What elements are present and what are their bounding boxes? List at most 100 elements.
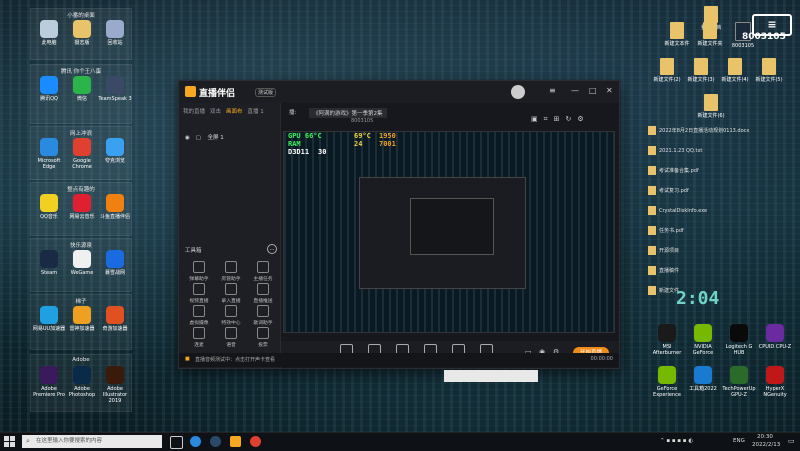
grid-icon[interactable]: ⊞: [554, 115, 566, 123]
desktop-shortcut[interactable]: QQ音乐: [32, 194, 66, 220]
minimize-icon[interactable]: —: [571, 86, 579, 95]
preview-toolbar: ▣⌗⊞↻⚙: [531, 115, 590, 124]
desktop-shortcut[interactable]: 回收站: [98, 20, 132, 46]
left-panel-tab[interactable]: 画面布: [226, 107, 243, 115]
eye-icon[interactable]: ◉: [185, 135, 190, 141]
desktop-shortcut[interactable]: CPUID CPU-Z: [758, 324, 792, 350]
scene-item[interactable]: ◉ ▢ 全屏 1: [185, 133, 224, 141]
clock-date[interactable]: 2022/2/13: [752, 442, 780, 448]
document-icon: [648, 186, 656, 195]
desktop-doc[interactable]: 2021.1.23 QQ.txt: [648, 146, 702, 155]
desktop-shortcut[interactable]: Adobe Premiere Pro: [32, 366, 66, 398]
desktop-shortcut[interactable]: 工具箱2022: [686, 366, 720, 392]
stream-title[interactable]: 《阿满的游戏》第一季第2集: [309, 108, 387, 118]
crop-icon[interactable]: ⌗: [544, 115, 554, 123]
desktop-doc[interactable]: 任务书.pdf: [648, 226, 684, 235]
desktop-shortcut[interactable]: Adobe Illustrator 2019: [98, 366, 132, 404]
desktop-doc[interactable]: CrystalDiskInfo.exe: [648, 206, 707, 215]
app-icon: [106, 138, 124, 156]
desktop-shortcut[interactable]: MSI Afterburner: [650, 324, 684, 356]
desktop-shortcut[interactable]: 网易UU加速器: [32, 306, 66, 332]
shortcut-label: Google Chrome: [72, 158, 92, 170]
folder-icon: [704, 6, 718, 23]
desktop-doc[interactable]: 直播稿件: [648, 266, 679, 275]
tool-item[interactable]: 录入直播: [217, 283, 245, 304]
hud-load: 24: [354, 140, 363, 148]
shortcut-label: Logitech G HUB: [725, 344, 753, 356]
desktop-shortcut[interactable]: 夸克浏览: [98, 138, 132, 164]
avatar[interactable]: [511, 85, 525, 99]
shortcut-label: 网易云音乐: [69, 214, 95, 220]
desktop-file[interactable]: 新建文件(6): [694, 94, 728, 119]
close-icon[interactable]: ✕: [606, 86, 613, 95]
tool-item[interactable]: 虚拟摄像: [185, 305, 213, 326]
desktop-shortcut[interactable]: 暴雪战网: [98, 250, 132, 276]
chrome-icon[interactable]: [250, 436, 261, 447]
desktop-shortcut[interactable]: Logitech G HUB: [722, 324, 756, 356]
desktop-shortcut[interactable]: 网易云音乐: [65, 194, 99, 220]
task-view-icon[interactable]: [170, 436, 183, 449]
desktop-file[interactable]: 新建文件(3): [684, 58, 718, 83]
desktop-file[interactable]: 新建文件(2): [650, 58, 684, 83]
steam-icon[interactable]: [210, 436, 221, 447]
tool-label: 弹幕助手: [189, 277, 209, 282]
tool-item[interactable]: 视频直播: [185, 283, 213, 304]
desktop-file[interactable]: 新建文件(5): [752, 58, 786, 83]
desktop-shortcut[interactable]: NVIDIA GeForce: [686, 324, 720, 356]
maximize-icon[interactable]: □: [589, 86, 597, 95]
desktop-shortcut[interactable]: 腾讯QQ: [32, 76, 66, 102]
start-button[interactable]: [4, 436, 15, 447]
tool-item[interactable]: 连麦: [185, 327, 213, 348]
language-indicator[interactable]: ENG: [733, 438, 745, 444]
desktop-shortcut[interactable]: GeForce Experience: [650, 366, 684, 398]
menu-icon[interactable]: ≡: [549, 86, 556, 95]
toolbox-more-icon[interactable]: …: [267, 244, 277, 254]
tool-item[interactable]: 直播推送: [249, 283, 277, 304]
desktop-shortcut[interactable]: Adobe Photoshop: [65, 366, 99, 398]
rotate-icon[interactable]: ↻: [565, 115, 577, 123]
desktop-shortcut[interactable]: 雷神加速器: [65, 306, 99, 332]
desktop-doc[interactable]: 开源项目: [648, 246, 679, 255]
tool-item[interactable]: 弹幕助手: [185, 261, 213, 282]
desktop-doc[interactable]: 考试复习.pdf: [648, 186, 689, 195]
desktop-shortcut[interactable]: Google Chrome: [65, 138, 99, 170]
desktop-shortcut[interactable]: 微信: [65, 76, 99, 102]
live-companion-icon[interactable]: [230, 436, 241, 447]
desktop-doc[interactable]: 2022年8月2日直播活动规划0113.docx: [648, 126, 749, 135]
left-panel-tab[interactable]: 直播 1: [248, 107, 264, 115]
desktop-shortcut[interactable]: HyperX NGenuity: [758, 366, 792, 398]
desktop-shortcut[interactable]: 此电脑: [32, 20, 66, 46]
desktop-shortcut[interactable]: TechPowerUp GPU-Z: [722, 366, 756, 398]
edge-icon[interactable]: [190, 436, 201, 447]
app-icon: [40, 194, 58, 212]
tool-item[interactable]: 投票: [249, 327, 277, 348]
left-panel-tab[interactable]: 我的直播: [183, 107, 205, 115]
clock-time[interactable]: 20:30: [757, 434, 773, 440]
desktop-shortcut[interactable]: Microsoft Edge: [32, 138, 66, 170]
desktop-doc[interactable]: 新建文件: [648, 286, 679, 295]
notification-icon[interactable]: ▭: [788, 437, 795, 445]
app-icon: [106, 194, 124, 212]
tray-icons[interactable]: ⌃ ▪ ▪ ▪ ▪ ◐: [660, 438, 693, 444]
desktop-file[interactable]: 新建文本件: [660, 22, 694, 47]
desktop-file[interactable]: 新建文件(4): [718, 58, 752, 83]
tool-item[interactable]: 特效中心: [217, 305, 245, 326]
layer-icon[interactable]: ▣: [531, 115, 544, 123]
settings-icon[interactable]: ⚙: [577, 115, 589, 123]
lock-icon[interactable]: ▢: [196, 135, 201, 141]
desktop-doc[interactable]: 考试准备合集.pdf: [648, 166, 699, 175]
desktop-shortcut[interactable]: TeamSpeak 3: [98, 76, 132, 102]
desktop-shortcut[interactable]: Steam: [32, 250, 66, 276]
tool-item[interactable]: 语音: [217, 327, 245, 348]
tool-item[interactable]: 歌词助手: [249, 305, 277, 326]
desktop-shortcut[interactable]: WeGame: [65, 250, 99, 276]
desktop-shortcut[interactable]: 摄志版: [65, 20, 99, 46]
desktop-shortcut[interactable]: 斗鱼直播伴侣: [98, 194, 132, 220]
desktop-shortcut[interactable]: 奇游加速器: [98, 306, 132, 332]
taskbar-search-input[interactable]: 在这里输入你要搜索的内容: [22, 435, 162, 448]
stream-preview[interactable]: GPU 66°C RAM D3D11 69°C 24 1950 7001 30: [283, 131, 615, 333]
tool-item[interactable]: 房管助手: [217, 261, 245, 282]
left-panel-tab[interactable]: 双击: [210, 107, 221, 115]
desktop-file[interactable]: 新建文件夹: [693, 22, 727, 47]
tool-item[interactable]: 主播任务: [249, 261, 277, 282]
